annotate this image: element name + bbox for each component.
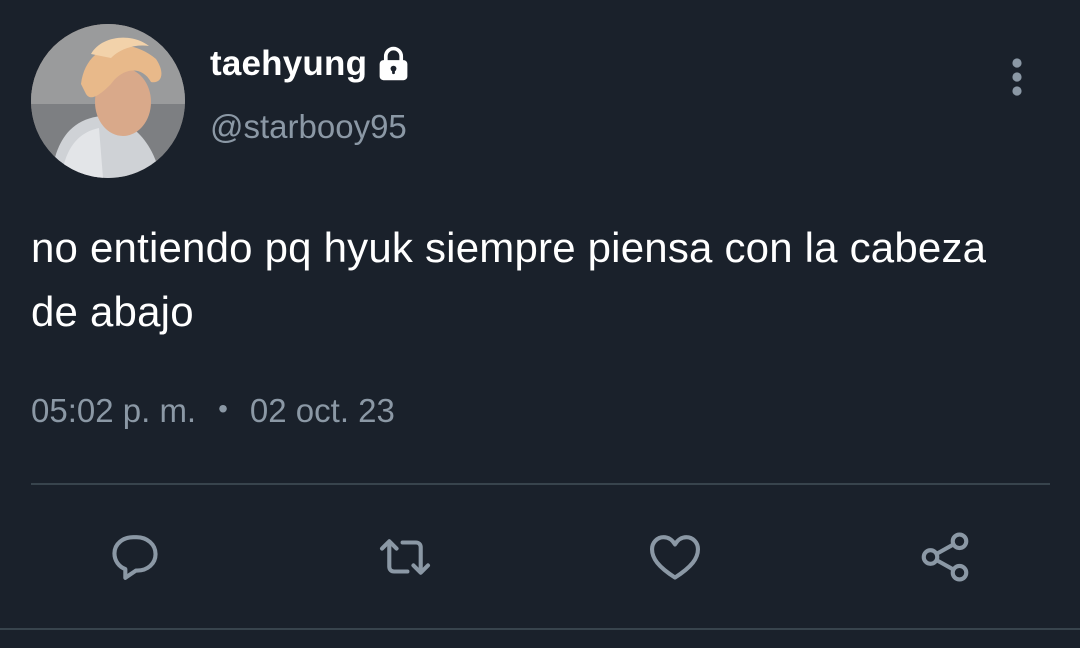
meta-separator: • bbox=[218, 393, 228, 424]
share-icon bbox=[921, 532, 969, 582]
tweet-meta: 05:02 p. m. • 02 oct. 23 bbox=[31, 392, 395, 430]
tweet-date: 02 oct. 23 bbox=[249, 392, 395, 429]
more-vertical-icon bbox=[1012, 58, 1022, 96]
tweet-card: taehyung @starbooy95 no entiendo pq hyuk… bbox=[0, 0, 1080, 648]
avatar-image bbox=[31, 24, 185, 178]
avatar[interactable] bbox=[31, 24, 185, 178]
tweet-time: 05:02 p. m. bbox=[31, 392, 197, 429]
display-name[interactable]: taehyung bbox=[210, 44, 367, 84]
reply-button[interactable] bbox=[100, 522, 170, 592]
reply-icon bbox=[112, 535, 158, 580]
user-handle[interactable]: @starbooy95 bbox=[210, 108, 407, 146]
retweet-icon bbox=[379, 539, 431, 575]
lock-icon bbox=[379, 46, 408, 81]
bottom-divider bbox=[0, 628, 1080, 630]
action-bar bbox=[0, 522, 1080, 592]
tweet-text: no entiendo pq hyuk siempre piensa con l… bbox=[31, 224, 987, 335]
like-button[interactable] bbox=[640, 522, 710, 592]
divider bbox=[31, 483, 1050, 485]
more-options-button[interactable] bbox=[998, 52, 1036, 100]
heart-icon bbox=[649, 535, 701, 580]
share-button[interactable] bbox=[910, 522, 980, 592]
retweet-button[interactable] bbox=[370, 522, 440, 592]
display-name-row: taehyung bbox=[210, 44, 412, 84]
